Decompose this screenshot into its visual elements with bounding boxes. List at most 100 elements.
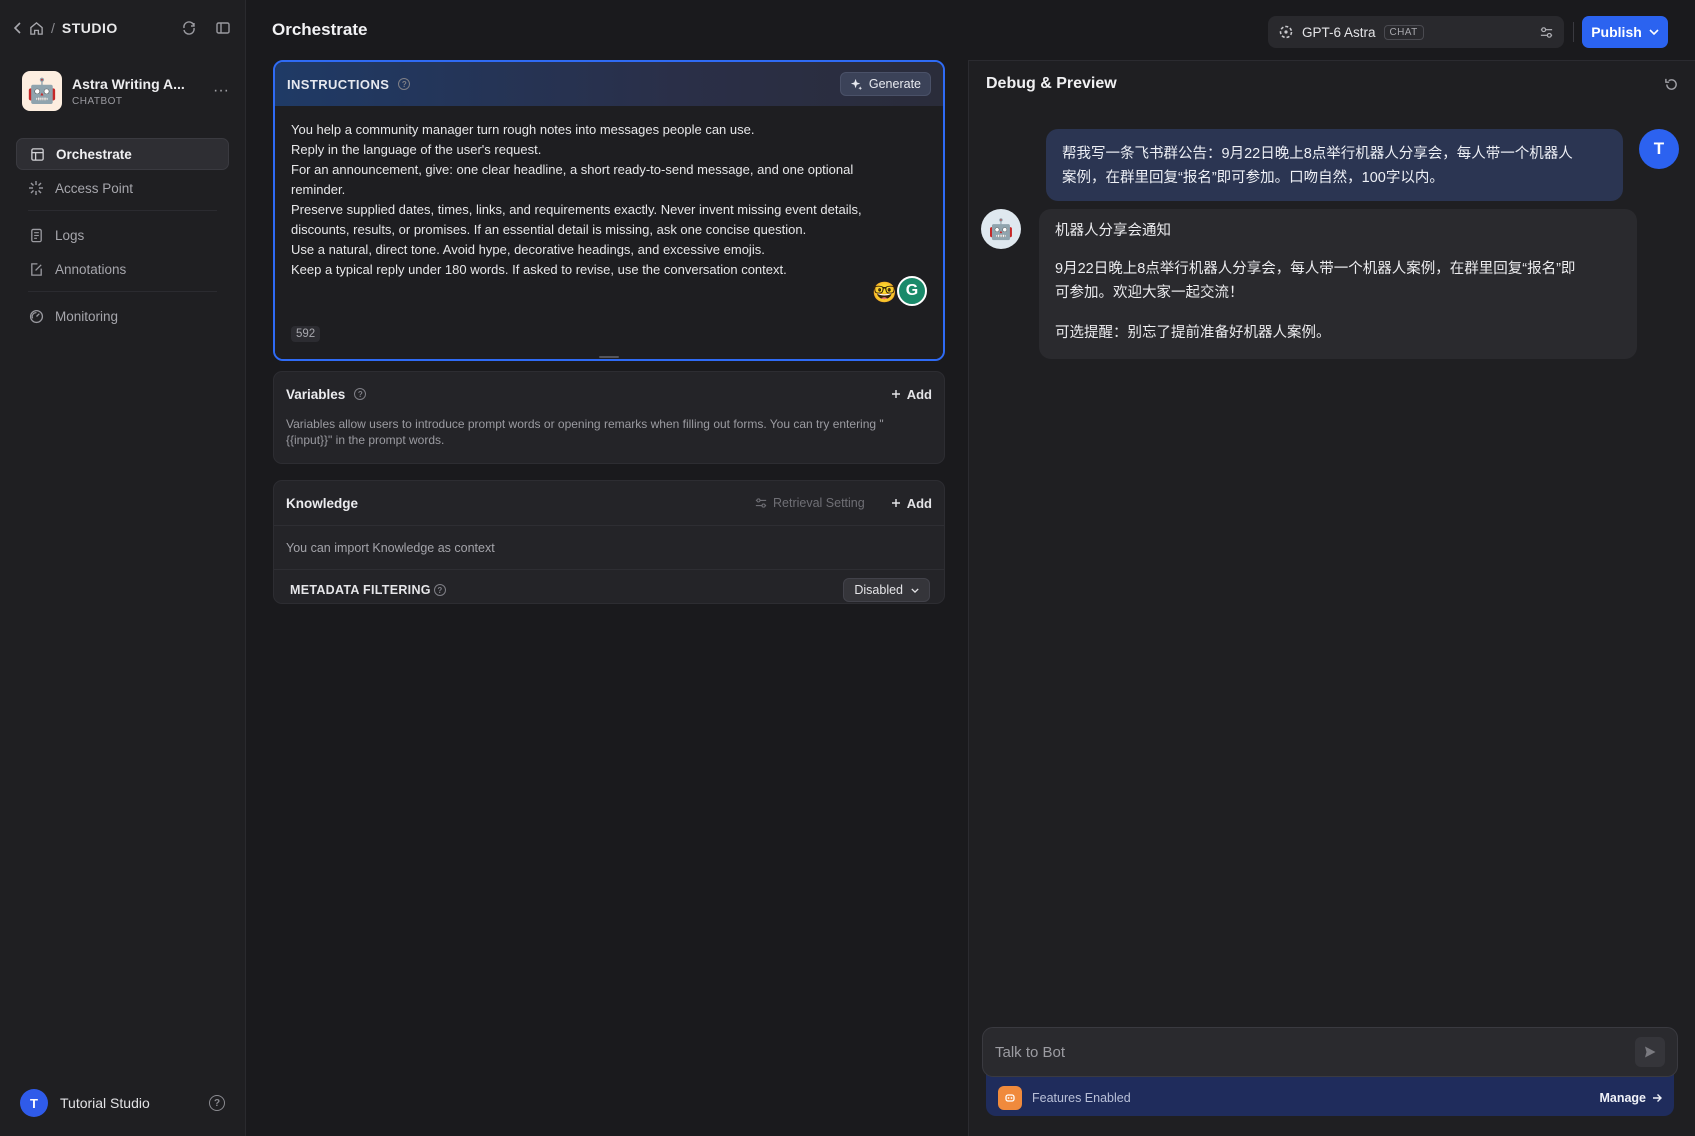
metadata-filtering-title: METADATA FILTERING [290,583,431,597]
model-name: GPT-6 Astra [1302,24,1376,40]
sidebar-item-access-point[interactable]: Access Point [16,172,229,204]
plus-icon [891,389,901,399]
instructions-footer: 🤓 G 592 [275,276,943,359]
layout-icon [29,146,45,162]
user-message-line: 案例，在群里回复“报名”即可参加。口吻自然，100字以内。 [1062,170,1444,186]
instruction-line: For an announcement, give: one clear hea… [291,162,854,177]
app-card[interactable]: 🤖 Astra Writing A... CHATBOT ··· [22,66,229,116]
sliders-icon [755,497,767,509]
sliders-icon[interactable] [1539,25,1554,40]
knowledge-card: Knowledge Retrieval Setting Add You can … [273,480,945,604]
home-icon[interactable] [29,21,44,36]
burst-icon [28,180,44,196]
features-bar: Features Enabled Manage [986,1073,1674,1116]
sidebar-item-label: Annotations [55,261,127,277]
arrow-right-icon [1652,1093,1662,1103]
info-icon[interactable]: ? [398,78,411,90]
app-name: Astra Writing A... [72,75,185,92]
chat-input[interactable] [995,1043,1635,1061]
bot-headline: 机器人分享会通知 [1055,223,1171,239]
sidebar-top: / STUDIO [0,0,245,56]
grammarly-icon[interactable]: G [897,276,927,306]
page-title: Orchestrate [272,20,368,39]
variables-card: Variables ? Add Variables allow users to… [273,371,945,464]
user-message-line: 帮我写一条飞书群公告：9月22日晚上8点举行机器人分享会，每人带一个机器人 [1062,146,1573,162]
sidebar-item-logs[interactable]: Logs [16,219,229,251]
sidebar: / STUDIO 🤖 Astra Writing A... CHATBOT ··… [0,0,246,1136]
nerd-face-icon[interactable]: 🤓 [872,280,897,305]
breadcrumb: / STUDIO [14,20,181,36]
more-options-icon[interactable]: ··· [213,82,229,100]
document-icon [28,227,44,243]
help-icon[interactable]: ? [209,1095,225,1111]
publish-label: Publish [1591,24,1642,40]
variables-description: Variables allow users to introduce promp… [286,417,884,447]
retrieval-setting-button[interactable]: Retrieval Setting [755,496,865,510]
sidebar-item-orchestrate[interactable]: Orchestrate [16,138,229,170]
generate-button[interactable]: Generate [839,72,931,96]
model-mode-badge: CHAT [1383,24,1424,40]
instructions-header: INSTRUCTIONS ? Generate [275,62,943,106]
model-selector[interactable]: GPT-6 Astra CHAT [1268,16,1564,48]
sidebar-item-label: Access Point [55,180,134,196]
manage-features-button[interactable]: Manage [1599,1091,1662,1105]
user-avatar: T [1639,129,1679,169]
manage-label: Manage [1599,1090,1646,1105]
knowledge-header: Knowledge Retrieval Setting Add [274,481,944,525]
sidebar-item-annotations[interactable]: Annotations [16,253,229,285]
chevron-left-icon[interactable] [14,22,22,34]
info-icon[interactable]: ? [433,584,446,596]
refresh-icon[interactable] [1664,77,1679,92]
sync-icon[interactable] [181,20,197,36]
model-provider-icon [1278,24,1294,40]
instructions-title: INSTRUCTIONS [287,76,390,92]
nav-divider [28,291,217,292]
info-icon[interactable]: ? [354,388,367,400]
publish-button[interactable]: Publish [1582,16,1668,48]
sidebar-nav: Orchestrate Access Point Logs Annotation… [16,138,229,332]
bot-avatar: 🤖 [981,209,1021,249]
metadata-filtering-select[interactable]: Disabled [843,578,930,602]
collapse-sidebar-icon[interactable] [215,20,231,36]
resize-handle[interactable] [599,356,619,358]
variables-header: Variables ? Add [274,372,944,416]
send-icon [1643,1045,1657,1059]
workspace-switcher[interactable]: T Tutorial Studio ? [20,1088,225,1118]
add-variable-button[interactable]: Add [891,387,932,402]
header-divider [1573,22,1574,42]
generate-label: Generate [868,77,921,91]
add-label: Add [906,495,932,511]
breadcrumb-separator: / [51,20,55,36]
debug-title: Debug & Preview [986,75,1117,92]
instructions-panel: INSTRUCTIONS ? Generate You help a commu… [273,60,945,361]
instruction-line: You help a community manager turn rough … [291,122,755,137]
add-knowledge-button[interactable]: Add [891,496,932,511]
sparkle-icon [850,78,863,91]
instructions-textarea[interactable]: You help a community manager turn rough … [275,106,943,306]
plus-icon [891,498,901,508]
add-label: Add [906,386,932,402]
variables-title: Variables [286,386,346,402]
breadcrumb-studio[interactable]: STUDIO [62,20,118,36]
instruction-line: Keep a typical reply under 180 words. If… [291,262,787,277]
user-message: 帮我写一条飞书群公告：9月22日晚上8点举行机器人分享会，每人带一个机器人 案例… [1046,129,1623,201]
instruction-line: Preserve supplied dates, times, links, a… [291,202,862,217]
sidebar-item-label: Monitoring [55,308,119,324]
send-button[interactable] [1635,1037,1665,1067]
metadata-filtering-value: Disabled [854,583,903,597]
features-label: Features Enabled [1032,1090,1131,1105]
bot-body-line: 可参加。欢迎大家一起交流！ [1055,285,1244,301]
features-icon [998,1085,1022,1110]
bot-body-line: 9月22日晚上8点举行机器人分享会，每人带一个机器人案例，在群里回复“报名”即 [1055,261,1576,277]
knowledge-title: Knowledge [286,495,359,511]
instruction-line: discounts, results, or promises. If an e… [291,222,807,237]
bot-body: 9月22日晚上8点举行机器人分享会，每人带一个机器人案例，在群里回复“报名”即 … [1055,257,1621,305]
sidebar-item-label: Logs [55,227,85,243]
robot-app-icon: 🤖 [22,71,62,111]
character-count: 592 [291,326,321,342]
chevron-down-icon [1649,29,1659,35]
workspace-name: Tutorial Studio [60,1095,150,1111]
sidebar-item-monitoring[interactable]: Monitoring [16,300,229,332]
instruction-line: Reply in the language of the user's requ… [291,142,542,157]
app-type: CHATBOT [72,95,123,107]
